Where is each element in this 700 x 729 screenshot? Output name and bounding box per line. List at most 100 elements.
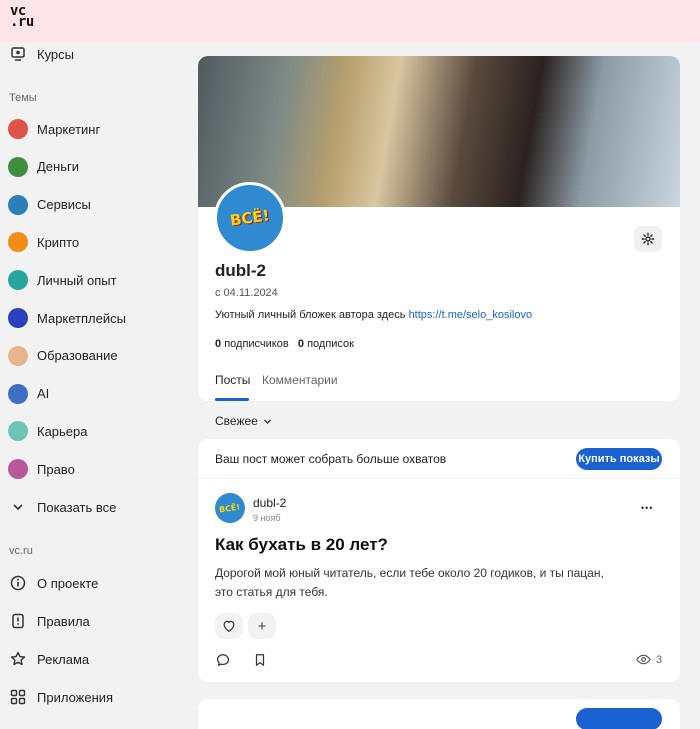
comment-button[interactable]	[216, 653, 230, 667]
sidebar-item-topic[interactable]: Сервисы	[8, 190, 91, 220]
personal-experience-icon	[8, 270, 28, 291]
chevron-down-icon	[8, 497, 28, 517]
profile-cover-image	[198, 56, 680, 207]
promo-banner: Ваш пост может собрать больше охватов Ку…	[198, 439, 680, 478]
apps-icon	[8, 687, 28, 707]
post-author-avatar[interactable]: ВСЁ!	[215, 493, 245, 523]
sidebar-item-label: Деньги	[37, 159, 79, 175]
show-all-button[interactable]: Показать все	[8, 492, 116, 522]
sidebar-item-label: Реклама	[37, 651, 90, 667]
topics-header: Темы	[9, 92, 37, 104]
buy-views-button[interactable]: Купить показы	[576, 448, 662, 470]
marketplaces-icon	[8, 308, 28, 328]
settings-button[interactable]	[634, 226, 662, 252]
bio-text: Уютный личный бложек автора здесь	[215, 309, 409, 321]
money-icon	[8, 156, 28, 177]
sidebar-item-label: Правила	[37, 613, 90, 629]
profile-bio: Уютный личный бложек автора здесь https:…	[215, 309, 532, 321]
sidebar-item-label: AI	[37, 386, 50, 402]
ai-icon	[8, 383, 28, 404]
sidebar-item-rules[interactable]: Правила	[8, 606, 90, 636]
sidebar-item-label: Приложения	[37, 689, 114, 705]
courses-icon	[8, 44, 28, 64]
profile-avatar: ВСЁ!	[214, 182, 286, 254]
top-bar: vc .ru	[0, 0, 700, 42]
bio-link[interactable]: https://t.me/selo_kosilovo	[409, 309, 533, 321]
sidebar-item-topic[interactable]: Деньги	[8, 152, 79, 182]
post-title[interactable]: Как бухать в 20 лет?	[215, 535, 388, 555]
vc-logo[interactable]: vc .ru	[10, 4, 34, 29]
sort-label: Свежее	[215, 414, 258, 428]
sidebar-item-label: Маркетинг	[37, 121, 101, 137]
sidebar-item-label: Образование	[37, 348, 118, 364]
sidebar-item-topic[interactable]: Крипто	[8, 227, 79, 257]
profile-since-date: с 04.11.2024	[215, 287, 278, 299]
next-promo-banner	[198, 699, 680, 729]
sidebar-item-topic[interactable]: Маркетинг	[8, 114, 100, 144]
sidebar-item-topic[interactable]: Маркетплейсы	[8, 303, 126, 333]
sidebar-item-topic[interactable]: Право	[8, 454, 75, 484]
avatar-logo-text: ВСЁ!	[218, 502, 242, 514]
sidebar-item-label: Право	[37, 461, 75, 477]
sort-dropdown[interactable]: Свежее	[215, 414, 272, 428]
sidebar-item-label: О проекте	[37, 575, 99, 591]
marketing-icon	[8, 119, 28, 139]
active-tab-indicator	[215, 398, 249, 401]
tab-comments[interactable]: Комментарии	[262, 373, 338, 387]
law-icon	[8, 459, 28, 480]
services-icon	[8, 194, 28, 215]
sidebar-item-topic[interactable]: AI	[8, 379, 49, 409]
site-header: vc.ru	[9, 545, 33, 557]
plus-icon: +	[257, 617, 267, 635]
views-counter: 3	[636, 653, 662, 666]
followers-label: подписчиков	[224, 338, 289, 350]
sidebar-item-apps[interactable]: Приложения	[8, 682, 113, 712]
followers-stat[interactable]: 0 подписчиков	[215, 338, 289, 350]
add-reaction-button[interactable]: +	[248, 613, 276, 639]
buy-views-button[interactable]	[576, 708, 662, 729]
education-icon	[8, 345, 28, 366]
profile-name: dubl-2	[215, 261, 266, 280]
following-stat[interactable]: 0 подписок	[298, 338, 354, 350]
sidebar-item-courses[interactable]: Курсы	[8, 39, 74, 69]
sidebar-item-topic[interactable]: Личный опыт	[8, 265, 117, 295]
chevron-down-icon	[263, 417, 272, 426]
sidebar-item-label: Карьера	[37, 423, 88, 439]
profile-stats: 0 подписчиков 0 подписок	[215, 338, 354, 350]
sidebar-item-label: Курсы	[37, 46, 75, 62]
sidebar-item-label: Сервисы	[37, 197, 91, 213]
bookmark-icon	[253, 653, 267, 667]
sidebar-item-label: Личный опыт	[37, 272, 117, 288]
bookmark-button[interactable]	[253, 653, 267, 667]
comment-icon	[216, 653, 230, 667]
crypto-icon	[8, 232, 28, 253]
followers-count: 0	[215, 338, 222, 350]
heart-icon	[222, 619, 236, 633]
gear-icon	[641, 232, 655, 246]
sidebar-item-about[interactable]: О проекте	[8, 568, 98, 598]
star-icon	[8, 649, 28, 669]
info-icon	[8, 573, 28, 593]
show-all-label: Показать все	[37, 499, 117, 515]
post-excerpt-line: это статья для тебя.	[215, 585, 328, 599]
more-options-icon[interactable]: •••	[641, 503, 653, 513]
promo-text: Ваш пост может собрать больше охватов	[215, 452, 447, 466]
post-date: 9 нояб	[253, 513, 281, 523]
rules-icon	[8, 611, 28, 631]
sidebar-item-topic[interactable]: Образование	[8, 341, 118, 371]
views-count: 3	[656, 653, 663, 666]
following-label: подписок	[307, 338, 354, 350]
avatar-logo-text: ВСЁ!	[229, 206, 271, 230]
profile-card: ВСЁ! dubl-2 с 04.11.2024 Уютный личный б…	[198, 56, 680, 401]
like-button[interactable]	[215, 613, 243, 639]
eye-icon	[636, 653, 651, 666]
post-excerpt-line: Дорогой мой юный читатель, если тебе око…	[215, 566, 604, 580]
tab-posts[interactable]: Посты	[215, 373, 250, 387]
following-count: 0	[297, 338, 304, 350]
post-excerpt: Дорогой мой юный читатель, если тебе око…	[215, 564, 604, 602]
sidebar-item-topic[interactable]: Карьера	[8, 416, 88, 446]
sidebar-item-ads[interactable]: Реклама	[8, 644, 89, 674]
sidebar-item-label: Маркетплейсы	[37, 310, 126, 326]
post-author-name[interactable]: dubl-2	[253, 496, 286, 510]
career-icon	[8, 421, 28, 442]
